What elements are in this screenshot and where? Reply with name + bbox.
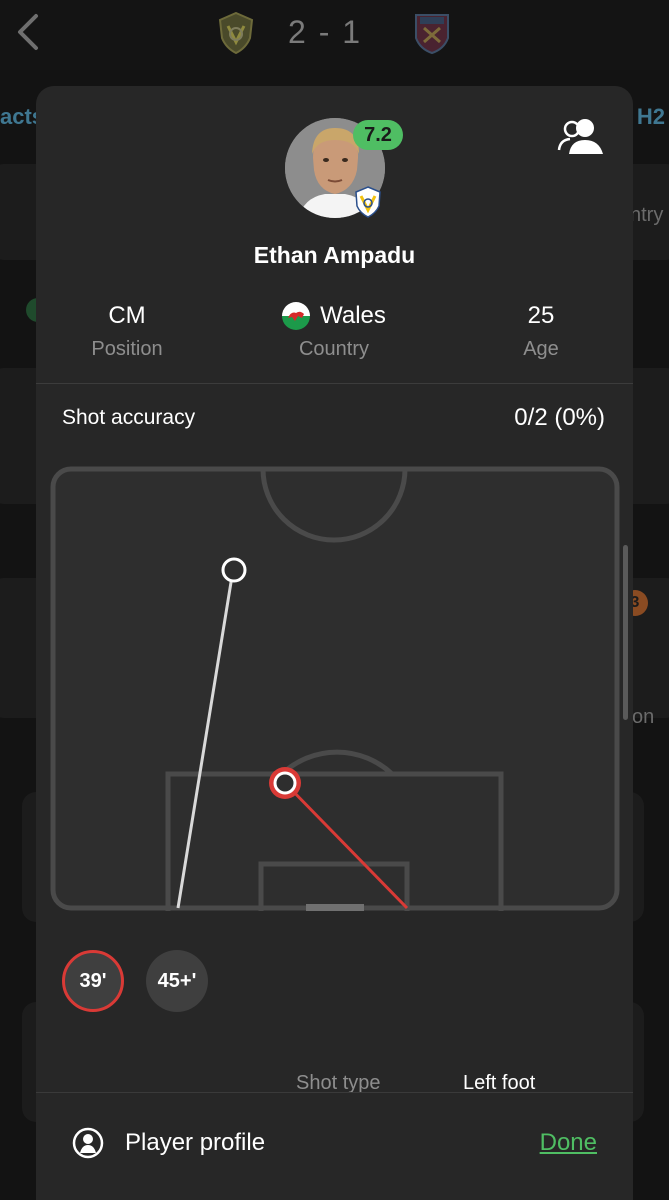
- shot-accuracy-label: Shot accuracy: [62, 406, 196, 429]
- age-info: 25 Age: [451, 300, 631, 361]
- player-profile-link[interactable]: Player profile: [125, 1129, 265, 1157]
- shot-button-45[interactable]: 45+': [146, 950, 208, 1012]
- shot-button-39[interactable]: 39': [62, 950, 124, 1012]
- section-divider: [36, 383, 633, 384]
- back-chevron-icon[interactable]: [14, 12, 42, 52]
- bg-card-text-2: on: [632, 706, 655, 728]
- country-value-row: Wales: [244, 300, 424, 332]
- position-value: CM: [108, 302, 146, 329]
- shot-marker-45: [221, 557, 247, 583]
- pitch-outline: [50, 466, 620, 911]
- shot-accuracy-value: 0/2 (0%): [514, 404, 605, 431]
- leeds-crest-icon: [218, 12, 254, 54]
- player-name: Ethan Ampadu: [253, 242, 416, 268]
- west-ham-crest-icon: [415, 14, 449, 54]
- age-value: 25: [527, 302, 555, 329]
- position-label: Position: [91, 338, 163, 360]
- match-header: 2 - 1: [0, 0, 669, 70]
- country-label: Country: [298, 338, 370, 360]
- leeds-crest-icon: [355, 186, 381, 218]
- shot-marker-39: [273, 771, 297, 795]
- scrollbar[interactable]: [623, 545, 628, 720]
- country-info: Wales Country: [244, 300, 424, 361]
- player-rating-badge: 7.2: [353, 120, 403, 150]
- player-shot-sheet: 7.2 Ethan Ampadu CM Position Wales Count…: [36, 86, 633, 1200]
- shot-map-pitch: [50, 466, 620, 911]
- bg-tab-h2h: H2: [636, 104, 665, 129]
- done-button[interactable]: Done: [540, 1129, 597, 1157]
- player-avatar-wrap: 7.2: [285, 118, 403, 218]
- sheet-footer: Player profile Done: [36, 1092, 633, 1200]
- goal: [306, 904, 364, 911]
- player-info-row: CM Position Wales Country 25 Age: [36, 300, 633, 370]
- match-score: 2 - 1: [288, 14, 363, 50]
- wales-flag-icon: [282, 302, 311, 330]
- follow-player-icon[interactable]: [557, 116, 605, 156]
- bg-card-text: ntry: [630, 204, 664, 226]
- player-profile-icon: [72, 1127, 104, 1159]
- position-info: CM Position: [37, 300, 217, 361]
- age-label: Age: [523, 338, 559, 360]
- country-value: Wales: [320, 302, 386, 329]
